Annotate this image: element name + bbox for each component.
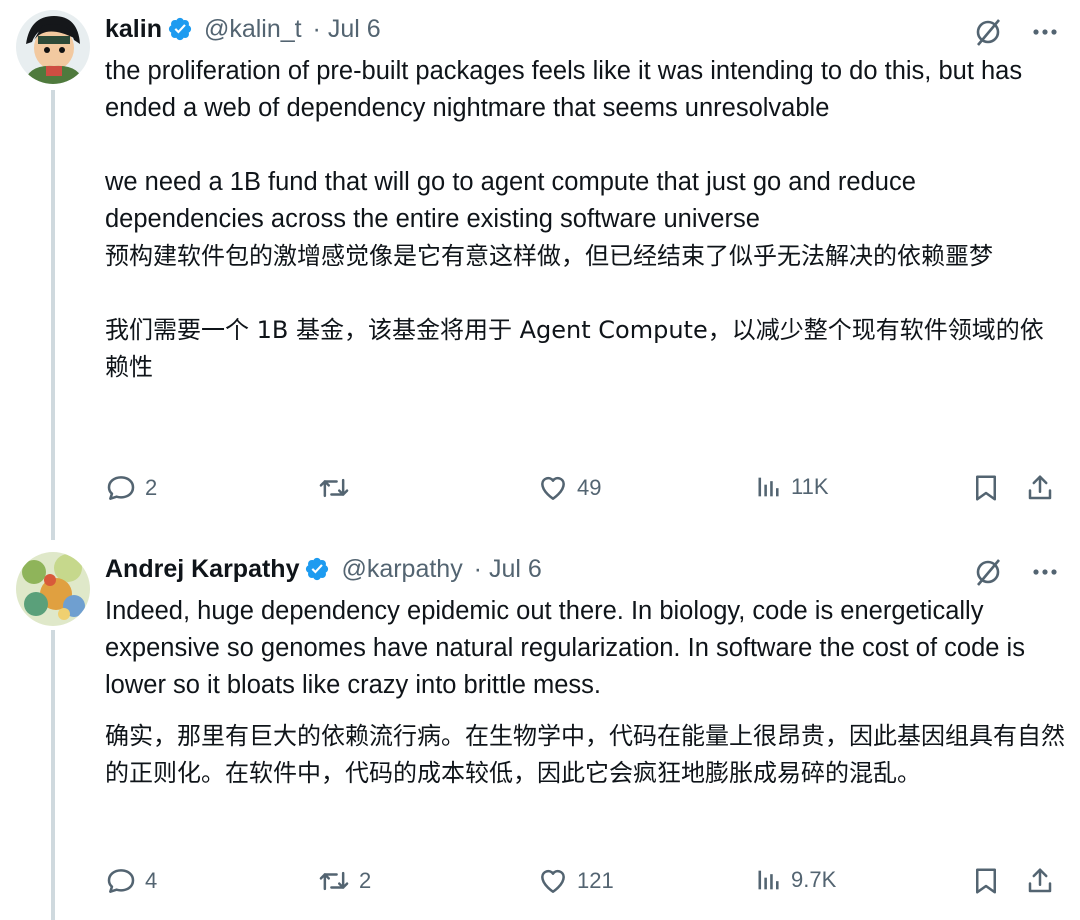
reply-button[interactable]: 4 [105,865,157,897]
verified-badge-icon [167,16,193,42]
share-button[interactable] [1025,472,1055,504]
more-dots-icon[interactable] [1030,17,1060,47]
author-name[interactable]: kalin [105,15,162,43]
share-upload-icon [1025,865,1055,897]
like-count: 49 [577,475,602,500]
reply-count: 2 [145,475,158,500]
more-dots-icon[interactable] [1030,557,1060,587]
views-count: 9.7K [791,867,837,892]
author-handle[interactable]: @karpathy [341,555,462,583]
separator-dot: · [473,555,482,583]
bookmark-icon [971,472,1001,504]
verified-badge-icon [304,556,330,582]
analytics-bars-icon [755,472,783,502]
reply-count: 4 [145,868,158,893]
reply-button[interactable]: 2 [105,472,157,504]
grok-slash-icon[interactable] [972,556,1004,588]
bookmark-button[interactable] [971,472,1001,504]
tweet-paragraph-en-1: Indeed, huge dependency epidemic out the… [105,597,1025,699]
like-count: 121 [577,868,614,893]
heart-icon [537,865,569,897]
tweet-date[interactable]: Jul 6 [328,15,381,43]
reply-bubble-icon [105,865,137,897]
bookmark-button[interactable] [971,865,1001,897]
repost-count: 2 [359,868,372,893]
analytics-bars-icon [755,865,783,895]
tweet-kalin[interactable]: kalin @kalin_t · Jul 6 the proliferation… [0,0,1080,540]
views-button[interactable]: 9.7K [755,865,836,895]
tweet-top-actions [972,16,1060,48]
thread-connector-line [51,90,55,540]
heart-icon [537,472,569,504]
share-upload-icon [1025,472,1055,504]
tweet-action-bar: 2 49 11K [105,472,1060,512]
tweet-karpathy[interactable]: Andrej Karpathy @karpathy · Jul 6 Indeed… [0,540,1080,920]
repost-arrows-icon [317,472,351,504]
separator-dot: · [312,15,321,43]
tweet-paragraph-zh-1: 预构建软件包的激增感觉像是它有意这样做，但已经结束了似乎无法解决的依赖噩梦 [105,242,993,270]
like-button[interactable]: 121 [537,865,614,897]
tweet-header: kalin @kalin_t · Jul 6 [105,14,381,44]
tweet-paragraph-en-2: we need a 1B fund that will go to agent … [105,168,916,233]
tweet-paragraph-en-1: the proliferation of pre-built packages … [105,57,1023,122]
repost-button[interactable] [317,472,359,504]
bookmark-icon [971,865,1001,897]
repost-button[interactable]: 2 [317,865,371,897]
share-button[interactable] [1025,865,1055,897]
author-name[interactable]: Andrej Karpathy [105,555,299,583]
views-button[interactable]: 11K [755,472,829,502]
thread-connector-line [51,630,55,920]
tweet-paragraph-zh-2: 我们需要一个 1B 基金，该基金将用于 Agent Compute，以减少整个现… [105,316,1044,381]
reply-bubble-icon [105,472,137,504]
tweet-text: the proliferation of pre-built packages … [105,53,1065,386]
tweet-header: Andrej Karpathy @karpathy · Jul 6 [105,554,542,584]
tweet-top-actions [972,556,1060,588]
tweet-paragraph-zh-1: 确实，那里有巨大的依赖流行病。在生物学中，代码在能量上很昂贵，因此基因组具有自然… [105,722,1065,787]
tweet-date[interactable]: Jul 6 [489,555,542,583]
views-count: 11K [791,474,829,499]
repost-arrows-icon [317,865,351,897]
tweet-text: Indeed, huge dependency epidemic out the… [105,593,1065,792]
avatar-karpathy[interactable] [16,552,90,626]
like-button[interactable]: 49 [537,472,601,504]
grok-slash-icon[interactable] [972,16,1004,48]
tweet-action-bar: 4 2 121 9.7K [105,865,1060,905]
author-handle[interactable]: @kalin_t [204,15,302,43]
avatar-kalin[interactable] [16,10,90,84]
